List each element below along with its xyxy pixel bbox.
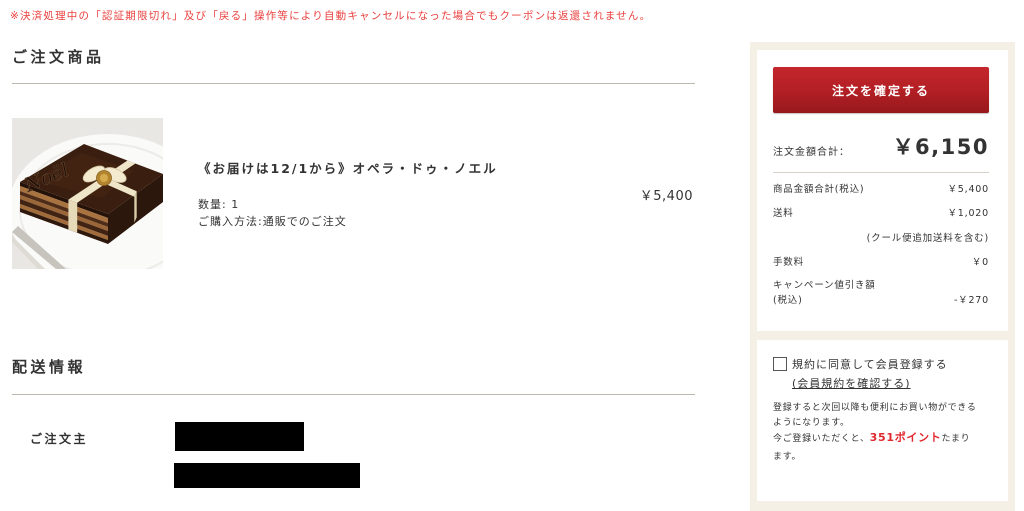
coupon-notice: ※決済処理中の「認証期限切れ」及び「戻る」操作等により自動キャンセルになった場合… — [10, 10, 652, 22]
shipping-value: ￥1,020 — [947, 208, 989, 219]
agree-register-checkbox[interactable] — [773, 357, 787, 371]
orderer-label: ご注文主 — [30, 432, 89, 446]
summary-divider — [773, 172, 989, 173]
confirm-order-button[interactable]: 注文を確定する — [773, 67, 989, 113]
fee-label: 手数料 — [773, 257, 804, 268]
points-prefix: 今ご登録いただくと、 — [773, 434, 870, 444]
product-price: ￥5,400 — [639, 189, 693, 204]
agree-register-label[interactable]: 規約に同意して会員登録する — [792, 356, 948, 372]
product-quantity: 数量: 1 — [198, 198, 240, 211]
order-items-divider — [12, 83, 695, 84]
delivery-divider — [12, 394, 695, 395]
subtotal-label: 商品金額合計(税込) — [773, 184, 865, 195]
order-total-value: ￥6,150 — [892, 135, 989, 159]
product-purchase-method: ご購入方法:通販でのご注文 — [198, 215, 347, 228]
product-image: Noël — [12, 118, 163, 269]
order-total-label: 注文金額合計： — [773, 147, 850, 158]
registration-points-text: 今ご登録いただくと、351ポイントたまります。 — [773, 429, 978, 466]
product-title: 《お届けは12/1から》オペラ・ドゥ・ノエル — [198, 161, 498, 176]
delivery-heading: 配送情報 — [12, 358, 87, 376]
gold-medallion-shape — [96, 170, 112, 186]
discount-label-tax: (税込) — [773, 295, 803, 306]
discount-label: キャンペーン値引き額 — [773, 280, 876, 291]
orderer-name-redacted — [175, 422, 304, 451]
fee-value: ￥0 — [971, 257, 989, 268]
terms-link[interactable]: (会員規約を確認する) — [792, 375, 911, 391]
shipping-label: 送料 — [773, 208, 794, 219]
orderer-address-redacted — [174, 463, 360, 488]
discount-value: -￥270 — [953, 295, 989, 306]
subtotal-value: ￥5,400 — [947, 184, 989, 195]
order-items-heading: ご注文商品 — [12, 48, 105, 66]
registration-description: 登録すると次回以降も便利にお買い物ができるようになります。 — [773, 403, 977, 428]
points-value: 351ポイント — [869, 431, 942, 444]
shipping-note: (クール便追加送料を含む) — [866, 233, 989, 244]
